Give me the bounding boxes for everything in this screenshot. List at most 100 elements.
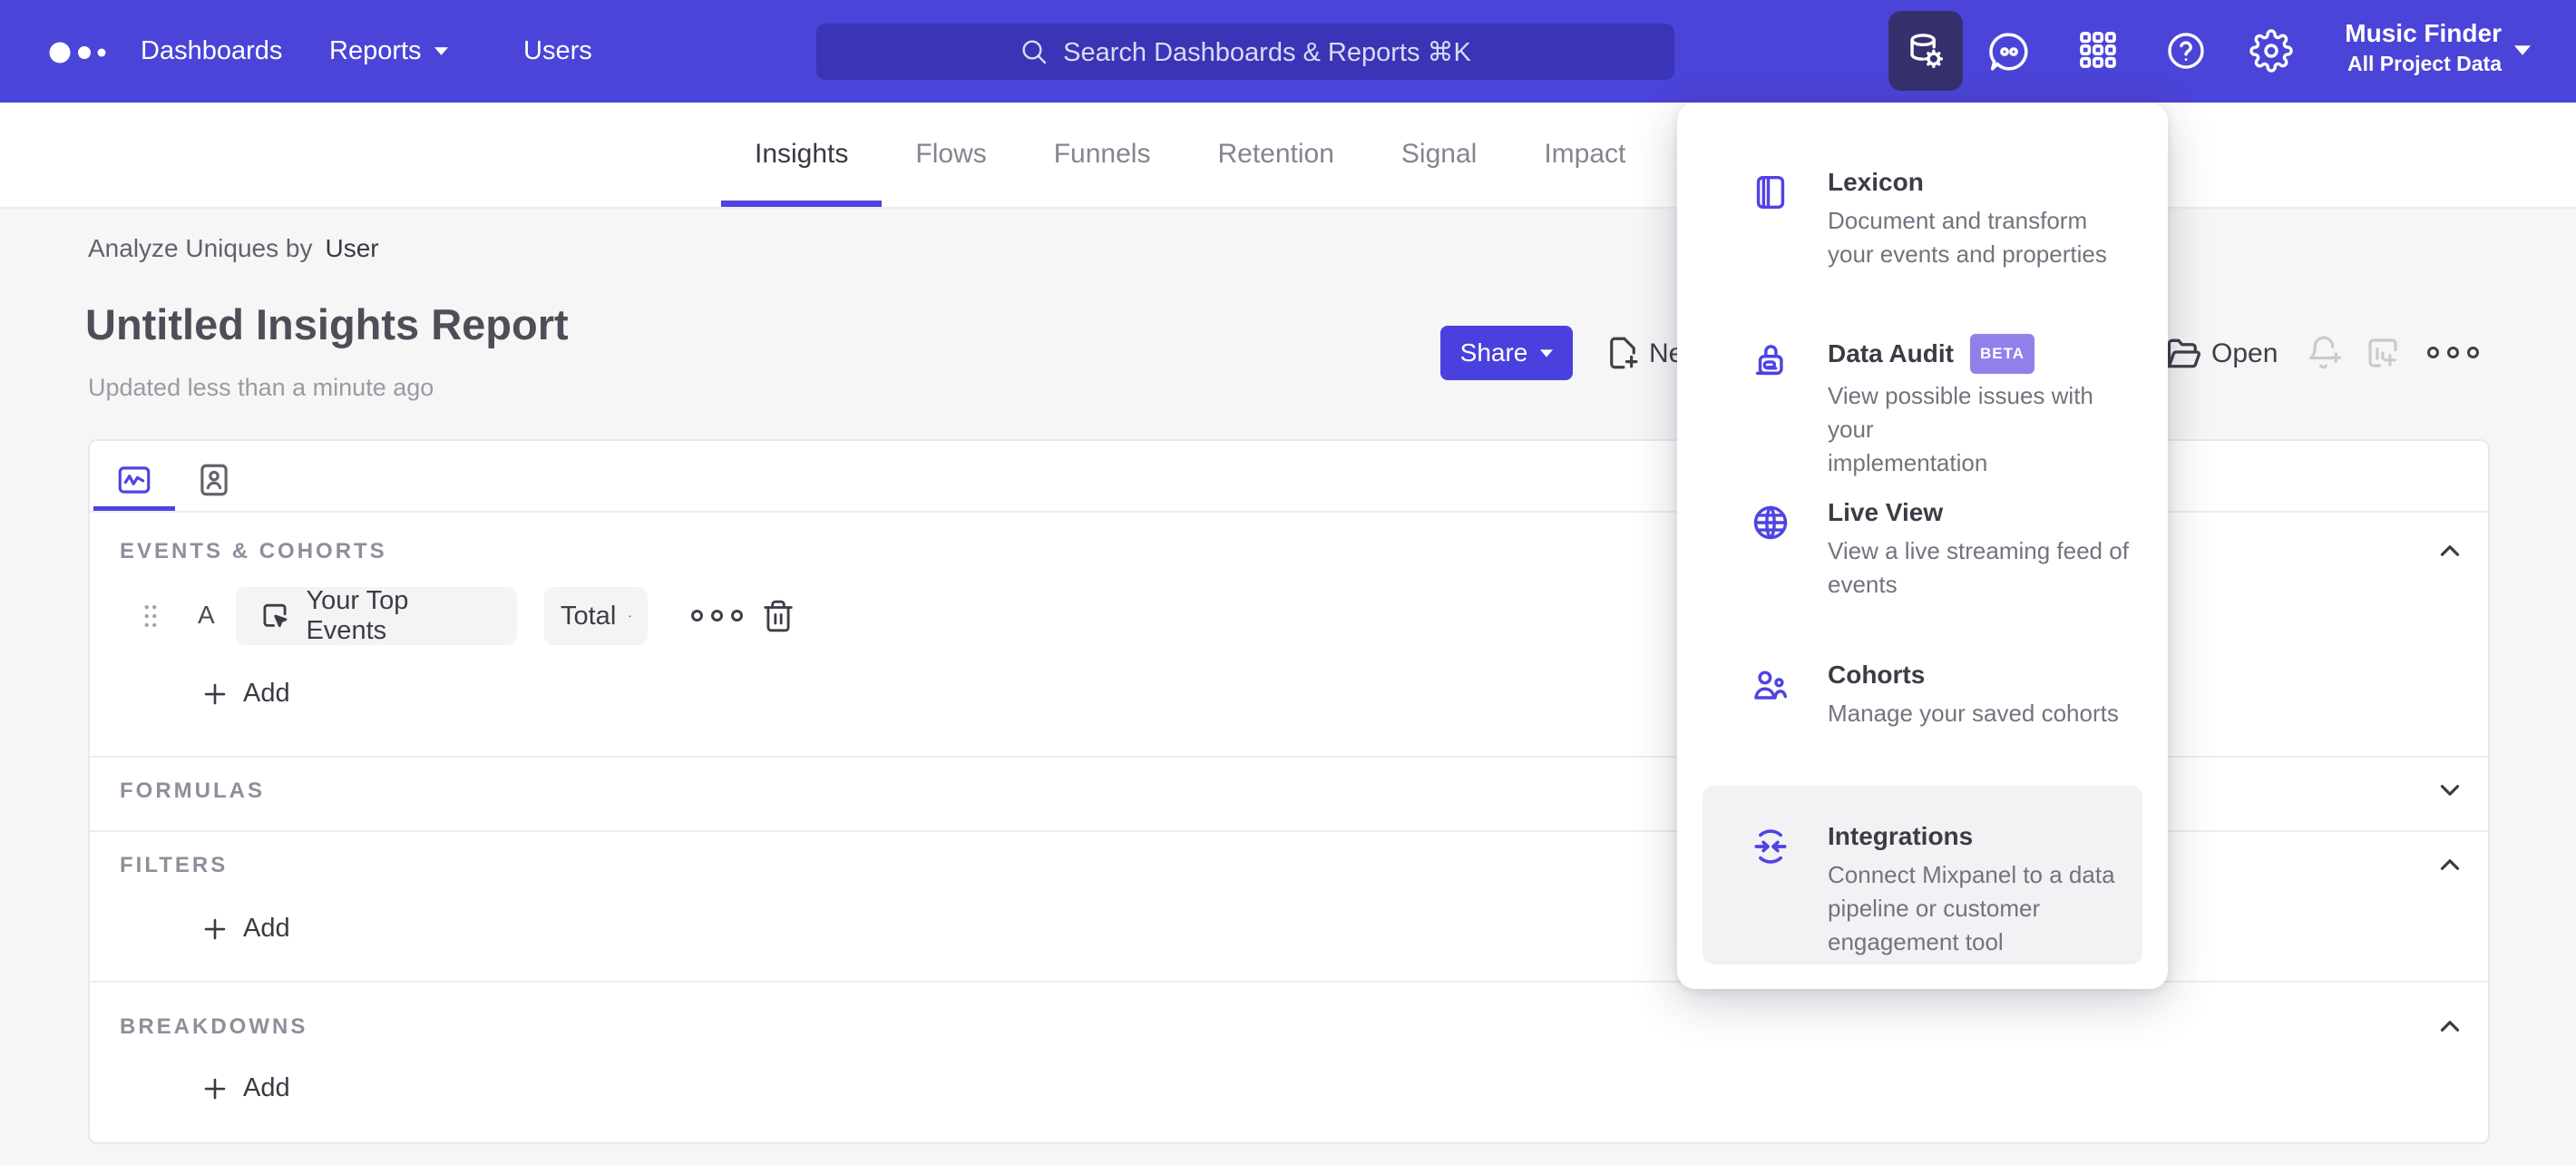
tab-insights[interactable]: Insights xyxy=(721,103,883,207)
nav-reports[interactable]: Reports xyxy=(329,0,448,103)
add-filter-label: Add xyxy=(243,914,290,943)
data-management-icon xyxy=(1910,34,1943,68)
add-breakdown-label: Add xyxy=(243,1073,290,1102)
formulas-expand-chevron-down-icon[interactable] xyxy=(2435,775,2465,806)
data-management-menu: Lexicon Document and transform your even… xyxy=(1677,103,2168,989)
filters-collapse-chevron-up-icon[interactable] xyxy=(2435,849,2465,880)
breakdowns-collapse-chevron-up-icon[interactable] xyxy=(2435,1011,2465,1042)
nav-dashboards-label: Dashboards xyxy=(141,36,283,65)
cursor-click-icon xyxy=(263,603,288,628)
settings-gear-icon[interactable] xyxy=(2249,29,2293,73)
integrations-sync-icon xyxy=(1754,829,1787,864)
menu-item-desc: Manage your saved cohorts xyxy=(1828,700,2119,727)
plus-icon xyxy=(204,683,226,704)
new-report-icon[interactable] xyxy=(1604,334,1642,372)
formulas-section-header: FORMULAS xyxy=(120,778,265,803)
menu-item-title: Data Audit xyxy=(1828,339,1954,367)
add-filter-button[interactable]: Add xyxy=(201,914,290,944)
tab-funnels-label: Funnels xyxy=(1053,138,1151,169)
add-event-button[interactable]: Add xyxy=(201,679,290,709)
drag-handle-icon[interactable] xyxy=(135,601,166,631)
open-label[interactable]: Open xyxy=(2211,338,2278,369)
menu-item-desc: Connect Mixpanel to a data pipeline or c… xyxy=(1828,861,2115,955)
live-view-globe-icon xyxy=(1753,505,1788,540)
project-name: Music Finder xyxy=(2345,19,2502,47)
share-button[interactable]: Share xyxy=(1440,326,1573,380)
tab-funnels[interactable]: Funnels xyxy=(1020,103,1185,205)
more-actions-button[interactable] xyxy=(2427,347,2479,358)
mixpanel-logo-icon[interactable] xyxy=(47,34,156,71)
apps-grid-icon[interactable] xyxy=(2077,29,2119,71)
event-selector-button[interactable]: Your Top Events xyxy=(236,586,517,645)
menu-item-live-view[interactable]: Live View View a live streaming feed of … xyxy=(1750,496,2135,602)
metric-label: Total xyxy=(561,601,617,631)
event-selector-label: Your Top Events xyxy=(306,586,409,645)
updated-timestamp: Updated less than a minute ago xyxy=(88,374,434,401)
cohorts-users-icon xyxy=(1754,671,1788,700)
add-breakdown-button[interactable]: Add xyxy=(201,1073,290,1103)
project-caret-icon[interactable] xyxy=(2514,45,2531,55)
top-nav: Dashboards Reports Users Search Dashboar… xyxy=(0,0,2576,103)
menu-item-desc: View possible issues with your implement… xyxy=(1828,382,2093,476)
active-tab-underline xyxy=(721,201,883,207)
help-icon[interactable] xyxy=(2164,29,2208,73)
menu-item-integrations[interactable]: Integrations Connect Mixpanel to a data … xyxy=(1750,820,2135,959)
caret-down-icon xyxy=(1540,348,1554,357)
page-title[interactable]: Untitled Insights Report xyxy=(85,299,569,349)
menu-item-lexicon[interactable]: Lexicon Document and transform your even… xyxy=(1750,166,2135,271)
mixpanel-app: Dashboards Reports Users Search Dashboar… xyxy=(0,0,2576,1165)
breadcrumb: Analyze Uniques by User xyxy=(88,234,379,263)
tab-retention[interactable]: Retention xyxy=(1184,103,1367,205)
menu-item-desc: View a live streaming feed of events xyxy=(1828,537,2129,598)
breadcrumb-value[interactable]: User xyxy=(325,234,378,263)
tab-retention-label: Retention xyxy=(1217,138,1334,169)
project-switcher[interactable]: Music Finder All Project Data xyxy=(2320,18,2502,78)
menu-item-data-audit[interactable]: Data Audit BETA View possible issues wit… xyxy=(1750,334,2135,480)
nav-users-label: Users xyxy=(523,36,592,65)
metric-dropdown[interactable]: Total xyxy=(544,587,648,645)
tab-impact-label: Impact xyxy=(1544,138,1626,169)
open-folder-icon[interactable] xyxy=(2163,334,2203,374)
tab-signal[interactable]: Signal xyxy=(1368,103,1510,205)
data-audit-lock-icon xyxy=(1755,345,1783,376)
project-scope: All Project Data xyxy=(2347,52,2502,75)
plus-icon xyxy=(204,918,226,939)
profiles-tab-icon[interactable] xyxy=(195,461,233,499)
menu-item-title: Cohorts xyxy=(1828,661,1926,689)
add-event-label: Add xyxy=(243,679,290,708)
events-collapse-chevron-up-icon[interactable] xyxy=(2435,535,2465,566)
caret-down-icon xyxy=(629,615,631,617)
report-tabbar: Insights Flows Funnels Retention Signal … xyxy=(0,103,2576,209)
menu-item-title: Live View xyxy=(1828,498,1944,526)
plus-icon xyxy=(204,1078,226,1099)
delete-event-trash-icon[interactable] xyxy=(761,599,795,633)
search-input[interactable]: Search Dashboards & Reports ⌘K xyxy=(816,24,1674,80)
event-row-more-button[interactable] xyxy=(691,610,743,622)
feedback-icon[interactable] xyxy=(1986,29,2032,74)
share-label: Share xyxy=(1459,338,1528,367)
nav-users[interactable]: Users xyxy=(523,0,592,103)
tab-flows[interactable]: Flows xyxy=(882,103,1020,205)
lexicon-book-icon xyxy=(1756,175,1785,210)
menu-item-desc: Document and transform your events and p… xyxy=(1828,207,2107,268)
breadcrumb-prefix: Analyze Uniques by xyxy=(88,234,313,262)
bell-plus-icon[interactable] xyxy=(2306,334,2344,372)
event-row-letter: A xyxy=(198,601,215,629)
search-placeholder: Search Dashboards & Reports ⌘K xyxy=(1063,37,1471,67)
breakdowns-section-header: BREAKDOWNS xyxy=(120,1014,308,1039)
tab-insights-label: Insights xyxy=(755,138,849,169)
report-tabs: Insights Flows Funnels Retention Signal … xyxy=(721,103,1659,207)
caret-down-icon xyxy=(434,47,448,55)
insights-chart-tab-icon[interactable] xyxy=(115,461,153,499)
search-icon xyxy=(1022,40,1047,64)
data-management-button[interactable] xyxy=(1888,11,1963,91)
tab-impact[interactable]: Impact xyxy=(1510,103,1659,205)
filters-section-header: FILTERS xyxy=(120,853,229,877)
beta-badge: BETA xyxy=(1969,334,2034,374)
report-add-icon[interactable] xyxy=(2364,334,2402,372)
tab-signal-label: Signal xyxy=(1400,138,1478,169)
menu-item-title: Integrations xyxy=(1828,822,1974,850)
tab-flows-label: Flows xyxy=(915,138,987,169)
menu-item-cohorts[interactable]: Cohorts Manage your saved cohorts xyxy=(1750,659,2135,730)
nav-dashboards[interactable]: Dashboards xyxy=(141,0,282,103)
